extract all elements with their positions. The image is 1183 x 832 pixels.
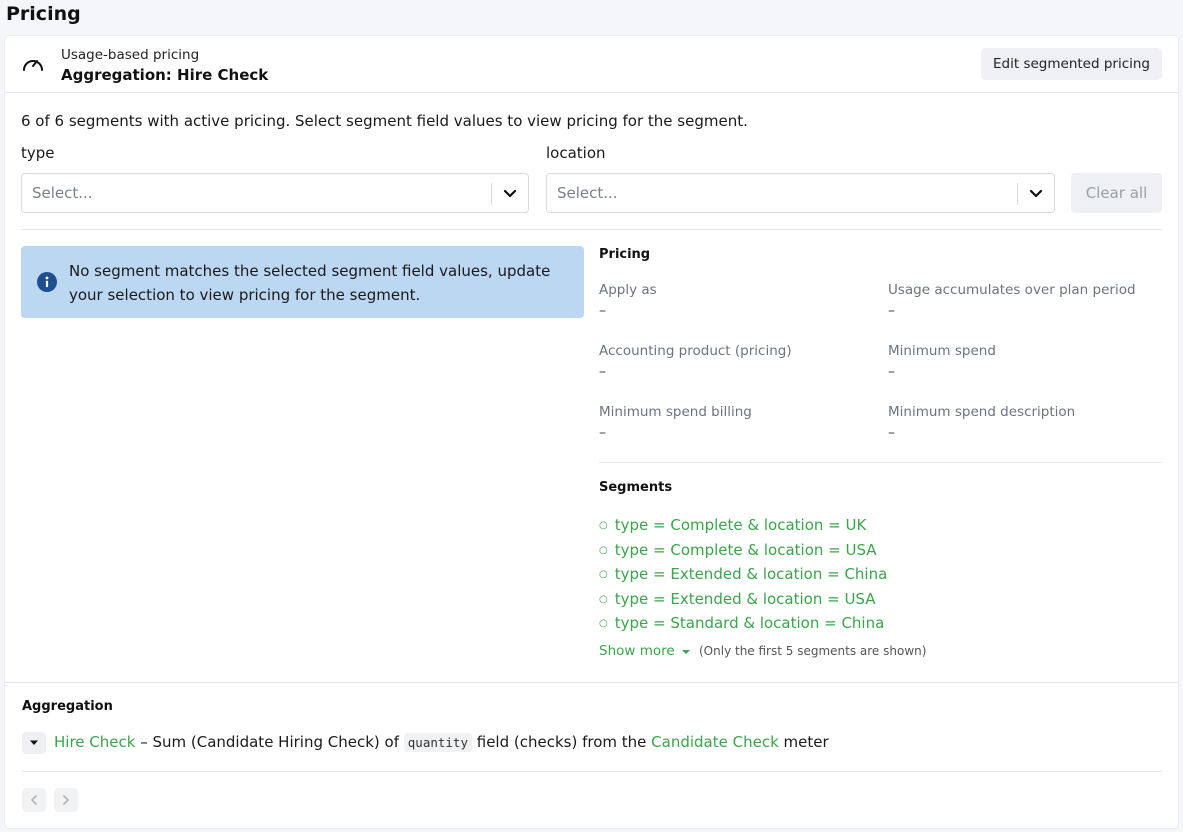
minimum-spend-billing-label: Minimum spend billing — [599, 404, 752, 420]
show-more-note: (Only the first 5 segments are shown) — [699, 644, 927, 658]
segments-heading: Segments — [599, 480, 673, 495]
caret-down-icon[interactable] — [681, 648, 691, 656]
chevron-down-icon[interactable] — [502, 187, 518, 201]
chevron-right-icon — [63, 795, 69, 805]
usage-accumulates-value: – — [888, 303, 895, 319]
divider — [21, 229, 1162, 230]
meter-link[interactable]: Candidate Check — [651, 733, 779, 751]
minimum-spend-description-label: Minimum spend description — [888, 404, 1076, 420]
show-more-button[interactable]: Show more — [599, 643, 675, 659]
bullet-icon: ○ — [599, 544, 608, 556]
segment-item[interactable]: ○ type = Complete & location = USA — [599, 538, 887, 563]
bullet-icon: ○ — [599, 618, 608, 630]
edit-segmented-pricing-button[interactable]: Edit segmented pricing — [981, 48, 1162, 80]
aggregation-text: – Sum (Candidate Hiring Check) of — [135, 733, 404, 751]
location-label: location — [546, 144, 606, 162]
segment-label: type = Standard & location = China — [614, 614, 885, 633]
type-select-placeholder: Select... — [32, 184, 93, 202]
select-divider — [491, 183, 492, 205]
minimum-spend-label: Minimum spend — [888, 343, 996, 359]
segments-summary: 6 of 6 segments with active pricing. Sel… — [21, 112, 748, 130]
divider — [5, 682, 1178, 683]
chevron-left-icon — [31, 795, 37, 805]
divider — [599, 462, 1162, 463]
aggregation-description: Hire Check – Sum (Candidate Hiring Check… — [54, 733, 829, 752]
location-select[interactable]: Select... — [546, 173, 1055, 213]
info-text: No segment matches the selected segment … — [69, 262, 551, 304]
accounting-product-value: – — [599, 364, 606, 380]
segment-label: type = Extended & location = China — [614, 565, 888, 584]
minimum-spend-description-value: – — [888, 425, 895, 441]
divider — [22, 771, 1162, 772]
card-header: Usage-based pricing Aggregation: Hire Ch… — [5, 36, 1178, 93]
gauge-icon — [23, 60, 43, 71]
segment-item[interactable]: ○ type = Extended & location = China — [599, 562, 887, 587]
aggregation-link[interactable]: Hire Check — [54, 733, 135, 751]
segment-label: type = Complete & location = USA — [614, 540, 877, 559]
header-title: Aggregation: Hire Check — [61, 66, 269, 84]
minimum-spend-billing-value: – — [599, 425, 606, 441]
bullet-icon: ○ — [599, 520, 608, 531]
segment-label: type = Extended & location = USA — [614, 589, 876, 608]
location-select-placeholder: Select... — [557, 184, 618, 202]
aggregation-field: quantity — [403, 733, 472, 752]
segment-item[interactable]: ○ type = Standard & location = China — [599, 611, 887, 636]
apply-as-label: Apply as — [599, 282, 657, 298]
minimum-spend-value: – — [888, 364, 895, 380]
type-label: type — [21, 144, 55, 162]
info-icon — [37, 272, 57, 292]
aggregation-text: field (checks) from the — [471, 733, 652, 751]
info-alert: No segment matches the selected segment … — [21, 246, 584, 318]
aggregation-expand-toggle[interactable] — [22, 732, 46, 754]
type-select[interactable]: Select... — [21, 173, 529, 213]
select-divider — [1017, 183, 1018, 205]
aggregation-text: meter — [778, 733, 829, 751]
caret-down-icon — [30, 740, 38, 745]
apply-as-value: – — [599, 303, 606, 319]
header-subtitle: Usage-based pricing — [61, 47, 200, 63]
bullet-icon: ○ — [599, 569, 608, 581]
chevron-down-icon[interactable] — [1028, 187, 1044, 201]
segment-item[interactable]: ○ type = Extended & location = USA — [599, 587, 887, 612]
accounting-product-label: Accounting product (pricing) — [599, 343, 792, 359]
segments-list: ○ type = Complete & location = UK ○ type =… — [599, 513, 887, 636]
pricing-card: Usage-based pricing Aggregation: Hire Ch… — [5, 36, 1178, 828]
bullet-icon: ○ — [599, 593, 608, 605]
segment-item[interactable]: ○ type = Complete & location = UK — [599, 513, 887, 538]
segment-label: type = Complete & location = UK — [614, 516, 867, 534]
aggregation-heading: Aggregation — [22, 699, 113, 714]
usage-accumulates-label: Usage accumulates over plan period — [888, 282, 1136, 298]
clear-all-button[interactable]: Clear all — [1071, 173, 1162, 213]
previous-page-button[interactable] — [22, 788, 46, 812]
page-title: Pricing — [6, 3, 81, 25]
next-page-button[interactable] — [54, 788, 78, 812]
pricing-heading: Pricing — [599, 247, 651, 262]
